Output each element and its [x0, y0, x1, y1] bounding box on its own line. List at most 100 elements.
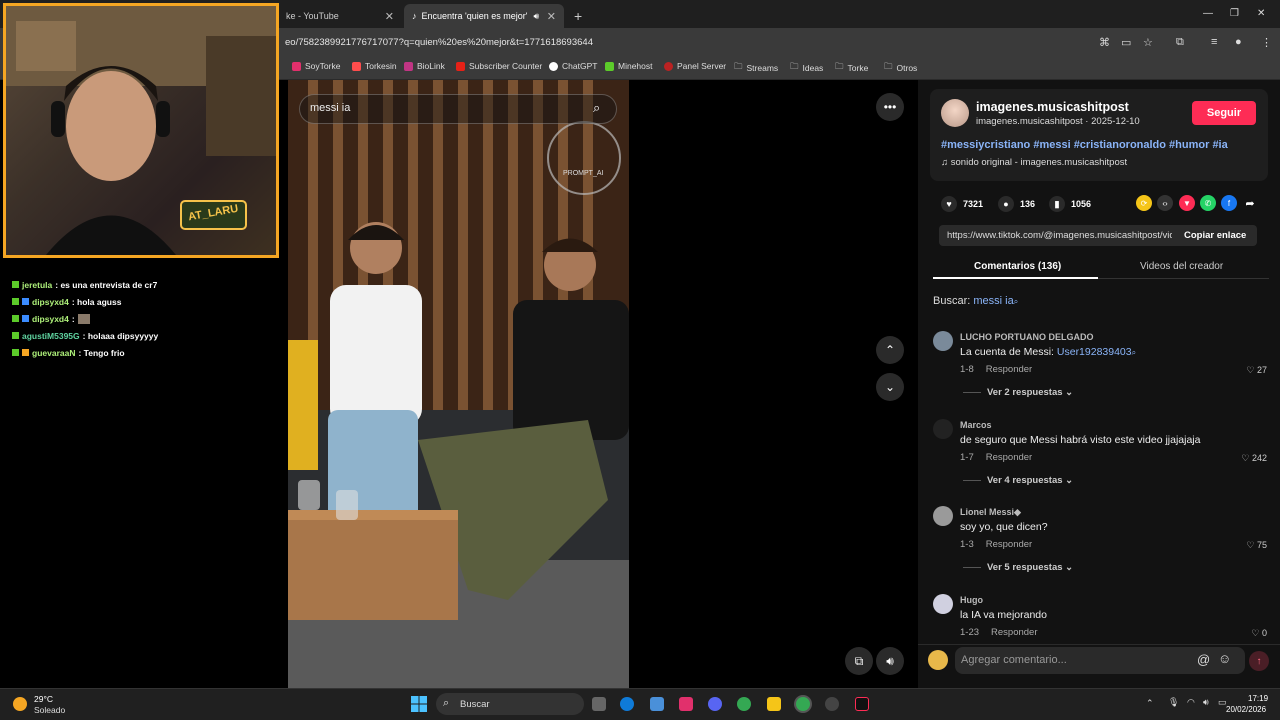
embed-icon[interactable]: ‹›	[1157, 195, 1173, 211]
bookmark-biolink[interactable]: BioLink	[404, 61, 445, 71]
cast-icon[interactable]: ▭	[1121, 36, 1131, 49]
microphone-icon[interactable]: 🎙︎	[1168, 697, 1179, 708]
save-button[interactable]: ▮ 1056	[1049, 196, 1091, 212]
taskbar-search[interactable]	[436, 693, 584, 715]
translate-icon[interactable]: ⌘	[1099, 36, 1110, 49]
comment-like-button[interactable]: ♡ 75	[1246, 540, 1267, 551]
tab-tiktok[interactable]: ♪ Encuentra 'quien es mejor' 🔊︎ ✕	[404, 4, 564, 28]
instagram-icon[interactable]	[679, 697, 693, 711]
menu-icon[interactable]: ⋮	[1261, 36, 1272, 49]
edge-icon[interactable]	[620, 697, 634, 711]
volume-icon[interactable]: 🔊︎	[1203, 697, 1209, 708]
bookmark-ideas[interactable]: 🗀︎ Ideas	[790, 61, 823, 75]
file-explorer-icon[interactable]	[767, 697, 781, 711]
tab-comments[interactable]: Comentarios (136)	[974, 261, 1061, 272]
chrome-active-icon[interactable]	[796, 697, 810, 711]
more-options-icon[interactable]: •••	[876, 93, 904, 121]
view-replies-button[interactable]: Ver 4 respuestas ⌄	[963, 475, 1073, 486]
bookmark-torke[interactable]: 🗀︎ Torke	[835, 61, 868, 75]
bookmark-panel-server[interactable]: Panel Server	[664, 61, 726, 71]
send-icon[interactable]: ▼	[1179, 195, 1195, 211]
copy-link-button[interactable]: Copiar enlace	[1184, 230, 1246, 241]
emoji-icon[interactable]: ☺	[1218, 651, 1231, 666]
store-icon[interactable]	[650, 697, 664, 711]
avatar[interactable]	[928, 650, 948, 670]
video-player[interactable]: PROMPT_AI	[288, 80, 629, 688]
task-view-icon[interactable]	[592, 697, 606, 711]
taskbar-search-label[interactable]: Buscar	[460, 699, 490, 710]
profile-icon[interactable]: ●	[1235, 36, 1242, 48]
sound-link[interactable]: ♫ sonido original - imagenes.musicashitp…	[941, 157, 1127, 168]
tiktok-icon[interactable]	[855, 697, 869, 711]
comment-author[interactable]: Marcos	[960, 420, 992, 430]
date[interactable]: 20/02/2026	[1226, 705, 1266, 714]
reply-button[interactable]: Responder	[986, 539, 1032, 550]
chevron-down-icon[interactable]: ⌄	[876, 373, 904, 401]
maximize-icon[interactable]: ❐	[1230, 8, 1239, 19]
comment-author[interactable]: Lionel Messi◆	[960, 507, 1021, 518]
bookmark-otros[interactable]: 🗀︎ Otros	[884, 61, 917, 75]
avatar[interactable]	[941, 99, 969, 127]
minimize-icon[interactable]: —	[1203, 8, 1213, 19]
wifi-icon[interactable]: ◠	[1187, 697, 1195, 708]
chevron-up-icon[interactable]: ⌃	[876, 336, 904, 364]
new-tab-button[interactable]: +	[566, 4, 590, 28]
sun-icon[interactable]	[13, 697, 27, 711]
chat-user[interactable]: agustiM5395G	[22, 331, 80, 341]
comment-author[interactable]: Hugo	[960, 595, 983, 605]
repost-icon[interactable]: ⟳	[1136, 195, 1152, 211]
picture-in-picture-icon[interactable]: ⧉	[845, 647, 873, 675]
windows-start-icon[interactable]	[411, 696, 427, 712]
bookmark-chatgpt[interactable]: ChatGPT	[549, 61, 597, 71]
close-icon[interactable]: ✕	[547, 10, 556, 23]
comment-placeholder[interactable]: Agregar comentario...	[961, 654, 1067, 666]
bookmark-minehost[interactable]: Minehost	[605, 61, 653, 71]
chat-user[interactable]: jeretula	[22, 280, 52, 290]
avatar[interactable]	[933, 419, 953, 439]
bookmark-star-icon[interactable]: ☆	[1143, 36, 1153, 49]
reply-button[interactable]: Responder	[986, 364, 1032, 375]
comment-like-button[interactable]: ♡ 0	[1251, 628, 1267, 639]
send-comment-button[interactable]: ↑	[1249, 651, 1269, 671]
weather-label[interactable]: Soleado	[34, 705, 65, 715]
chat-user[interactable]: dipsyxd4	[32, 314, 69, 324]
discord-icon[interactable]	[708, 697, 722, 711]
bookmark-subscriber-counter[interactable]: Subscriber Counter	[456, 61, 542, 71]
search-suggestion[interactable]: Buscar: messi ia⌕	[933, 295, 1018, 307]
like-button[interactable]: ♥ 7321	[941, 196, 983, 212]
view-replies-button[interactable]: Ver 2 respuestas ⌄	[963, 387, 1073, 398]
clock[interactable]: 17:19	[1248, 694, 1268, 703]
close-icon[interactable]: ✕	[385, 10, 394, 23]
bookmark-torkesin[interactable]: Torkesin	[352, 61, 397, 71]
comment-like-button[interactable]: ♡ 27	[1246, 365, 1267, 376]
close-window-icon[interactable]: ✕	[1257, 8, 1265, 19]
comment-mention[interactable]: User192839403	[1057, 346, 1132, 358]
chat-user[interactable]: guevaraaN	[32, 348, 75, 358]
hashtags[interactable]: #messiycristiano #messi #cristianoronald…	[941, 139, 1228, 151]
mention-icon[interactable]: @	[1197, 652, 1210, 667]
bookmark-soytorke[interactable]: SoyTorke	[292, 61, 340, 71]
chat-user[interactable]: dipsyxd4	[32, 297, 69, 307]
follow-button[interactable]: Seguir	[1192, 101, 1256, 125]
media-icon[interactable]: ≡	[1211, 36, 1217, 48]
reply-button[interactable]: Responder	[991, 627, 1037, 638]
share-arrow-icon[interactable]: ➦	[1242, 195, 1258, 211]
comment-button[interactable]: ● 136	[998, 196, 1035, 212]
chrome-icon[interactable]	[737, 697, 751, 711]
facebook-icon[interactable]: f	[1221, 195, 1237, 211]
comment-author[interactable]: LUCHO PORTUANO DELGADO	[960, 332, 1094, 342]
creator-username[interactable]: imagenes.musicashitpost	[976, 100, 1129, 114]
tab-youtube[interactable]: ke - YouTube ✕	[278, 4, 402, 28]
bookmark-streams[interactable]: 🗀︎ Streams	[734, 61, 778, 75]
avatar[interactable]	[933, 506, 953, 526]
video-search-input[interactable]: messi ia	[310, 102, 350, 114]
url-field[interactable]: eo/7582389921776717077?q=quien%20es%20me…	[285, 37, 593, 48]
search-icon[interactable]: ⌕	[593, 100, 600, 116]
avatar[interactable]	[933, 331, 953, 351]
chevron-up-icon[interactable]: ⌃	[1146, 698, 1154, 709]
obs-icon[interactable]	[825, 697, 839, 711]
reply-button[interactable]: Responder	[986, 452, 1032, 463]
comment-like-button[interactable]: ♡ 242	[1241, 453, 1267, 464]
temperature[interactable]: 29°C	[34, 694, 53, 704]
whatsapp-icon[interactable]: ✆	[1200, 195, 1216, 211]
